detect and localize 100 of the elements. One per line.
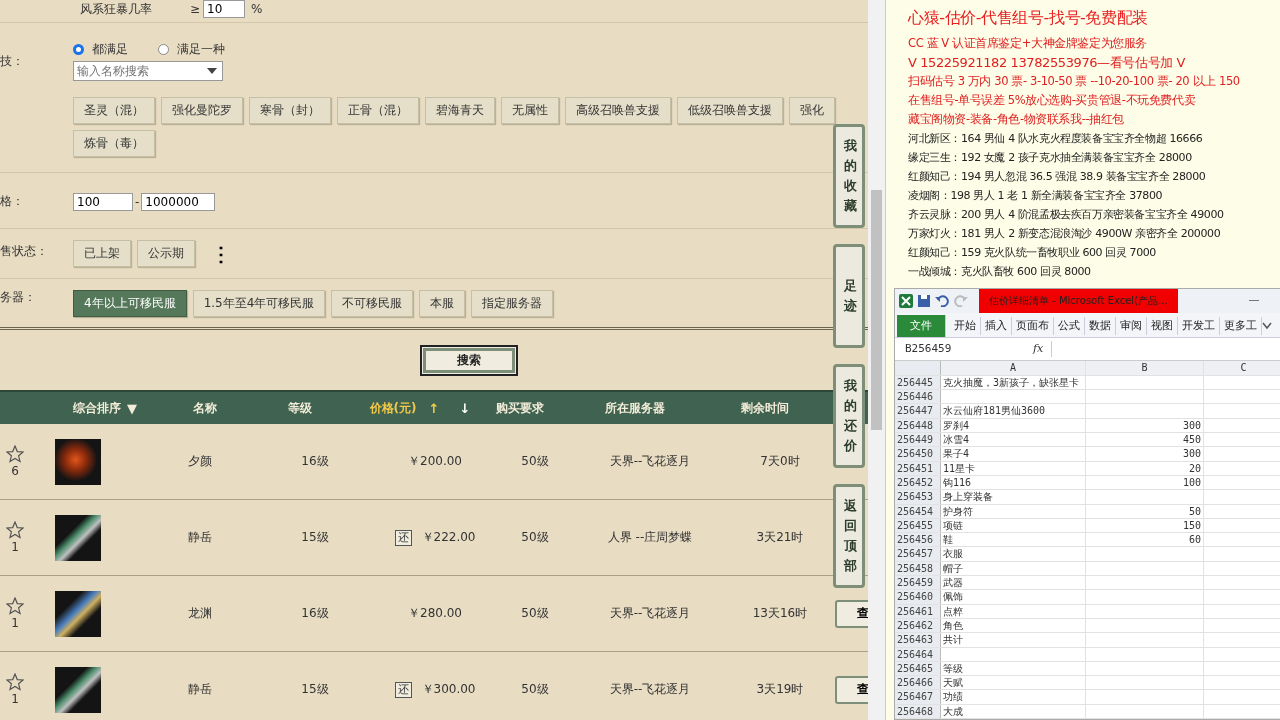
search-dropdown[interactable]: 输入名称搜索 [73,61,223,81]
note-line: 扫码估号 3 万内 30 票- 3-10-50 票 --10-20-100 票- 20 以上 150 [908,73,1241,90]
scrollbar-thumb[interactable] [871,190,882,430]
ribbon-tab[interactable]: 数据 [1085,316,1116,335]
ribbon-tab[interactable]: 公式 [1054,316,1085,335]
table-cell-text: 13天16时 [751,605,809,622]
side-tab[interactable]: 足迹 [833,244,865,348]
server-option[interactable]: 4年以上可移民服 [73,289,187,317]
function-label[interactable]: fx [1033,342,1044,356]
table-cell-text: 3天19时 [755,681,805,698]
row-number[interactable]: 256449 [895,433,941,447]
table-cell-text: 15级 [300,681,330,698]
star-icon [6,597,24,615]
row-number[interactable]: 256457 [895,547,941,561]
skill-tag[interactable]: 碧海青天 [425,97,495,124]
skill-tag[interactable]: 寒骨（封） [249,97,331,124]
minimize-button[interactable] [1249,300,1259,302]
favorite-count: 6 [11,464,19,478]
column-header[interactable]: 等级 [288,399,312,417]
skill-tag[interactable]: 圣灵（混） [73,97,155,124]
sort-arrow[interactable]: ▼ [127,400,137,416]
note-line: 藏宝阁物资-装备-角色-物资联系我--抽红包 [908,111,1125,128]
table-cell-text: 15级 [300,529,330,546]
row-number[interactable]: 256460 [895,590,941,604]
side-tab[interactable]: 我的收藏 [833,124,865,228]
status-option[interactable]: 公示期 [137,240,195,267]
view-button[interactable]: 查 [835,675,868,704]
row-number[interactable]: 256450 [895,447,941,461]
skill-tag[interactable]: 正骨（混） [337,97,419,124]
side-tab[interactable]: 我的还价 [833,364,865,468]
column-header[interactable]: C [1204,360,1280,375]
search-button[interactable]: 搜索 [420,344,518,376]
ribbon-tab[interactable]: 开发工 [1178,316,1220,335]
price-max-input[interactable]: 1000000 [141,192,216,211]
server-option[interactable]: 指定服务器 [471,289,554,317]
skill-tag[interactable]: 高级召唤兽支援 [565,97,671,124]
item-picture [55,666,101,713]
name-box[interactable]: B256459 [905,342,985,356]
table-cell-text: 天界--飞花逐月 [608,453,692,470]
ribbon-tab[interactable]: 审阅 [1116,316,1147,335]
price-min-input[interactable]: 100 [73,192,133,211]
table-cell-text: 7天0时 [759,453,801,470]
favorite-count: 1 [11,692,19,706]
server-option[interactable]: 不可移民服 [331,289,414,317]
row-number[interactable]: 256467 [895,690,941,704]
table-cell: 罗刹4 [941,418,1086,433]
collapse-icon [1262,321,1272,330]
skill-tag[interactable]: 强化 [789,97,835,124]
row-number[interactable]: 256463 [895,633,941,647]
column-header[interactable]: 购买要求 [496,399,544,417]
skill-tag[interactable]: 低级召唤兽支援 [677,97,783,124]
table-cell: 身上穿装备 [941,490,1086,504]
row-number[interactable]: 256446 [895,390,941,404]
row-number[interactable]: 256447 [895,404,941,418]
filter-label: 技： [0,53,25,70]
filter-label: 务器： [0,289,37,306]
column-header[interactable]: 价格(元) [369,399,417,417]
ribbon-tab[interactable]: 插入 [981,316,1012,335]
skill-tag[interactable]: 无属性 [501,97,559,124]
sort-arrow[interactable]: ↓ [459,400,471,416]
ribbon-tab[interactable]: 页面布 [1012,316,1054,335]
view-button[interactable]: 查 [835,599,868,628]
ribbon-tab[interactable]: 更多工 [1220,316,1262,335]
radio-option[interactable]: 都满足 [73,41,128,58]
server-option[interactable]: 本服 [419,289,466,317]
table-cell: 果子4 [941,447,1086,461]
row-number[interactable]: 256453 [895,490,941,504]
table-cell-text: 静岳 [187,529,213,546]
column-header[interactable]: 综合排序 [73,399,121,417]
column-header[interactable]: 所在服务器 [605,399,665,417]
note-line: 心猿-估价-代售组号-找号-免费配装 [908,7,1149,29]
table-cell-text: 龙渊 [187,605,213,622]
ribbon-tab[interactable]: 文件 [897,314,946,337]
unit-label: % [251,2,263,16]
radio-option[interactable]: 满足一种 [158,41,225,58]
rate-input[interactable]: 10 [203,0,246,18]
more-button[interactable]: ⋮ [207,241,235,266]
note-line: 缘定三生：192 女魔 2 孩子克水抽全满装备宝宝齐全 28000 [908,150,1193,166]
status-option[interactable]: 已上架 [73,240,131,267]
note-line: 一战倾城：克火队畜牧 600 回灵 8000 [908,264,1092,280]
row-number[interactable]: 256456 [895,533,941,547]
skill-tag[interactable]: 炼骨（毒） [73,130,155,157]
server-option[interactable]: 1.5年至4年可移民服 [192,289,326,317]
table-cell: 水云仙府181男仙3600 [941,404,1086,418]
ribbon-tab[interactable]: 开始 [950,316,981,335]
row-number[interactable]: 256466 [895,676,941,690]
table-cell-text: 16级 [300,605,330,622]
spreadsheet-app-icon [899,293,913,308]
row-number[interactable]: 256459 [895,576,941,590]
table-cell: 11星卡 [941,461,1086,475]
ribbon-tab[interactable]: 视图 [1147,316,1178,335]
column-header[interactable]: 剩余时间 [741,399,789,417]
table-cell: 项链 [941,518,1086,533]
side-tab[interactable]: 返回顶部 [833,484,865,588]
sort-arrow[interactable]: ↑ [428,400,440,416]
save-icon [918,294,930,307]
column-header[interactable]: B [1086,360,1204,375]
column-header[interactable]: A [941,360,1086,375]
column-header[interactable]: 名称 [193,399,217,417]
skill-tag[interactable]: 强化曼陀罗 [161,97,243,124]
